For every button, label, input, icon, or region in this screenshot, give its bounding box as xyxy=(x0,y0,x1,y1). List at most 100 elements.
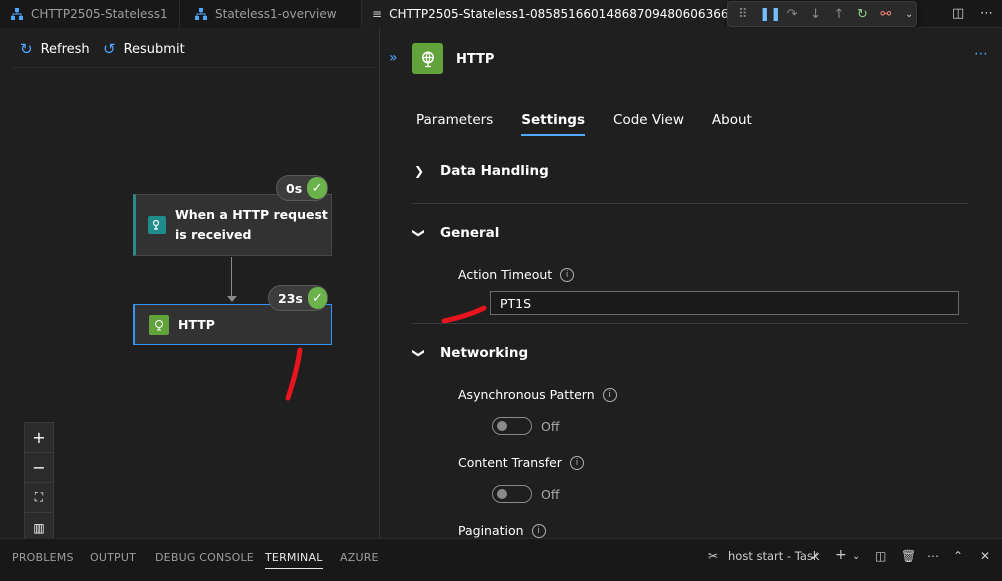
add-terminal-icon[interactable]: + xyxy=(835,547,847,563)
field-label: Pagination xyxy=(458,523,524,538)
tab-label: CHTTP2505-Stateless1-0858516601486870948… xyxy=(389,7,728,21)
info-icon[interactable]: i xyxy=(569,455,584,470)
trigger-title-line2: is received xyxy=(175,227,252,242)
zoom-controls: + − ⛶ ▥ xyxy=(24,422,54,544)
check-icon[interactable]: ✓ xyxy=(810,549,820,563)
split-editor-icon[interactable]: ◫ xyxy=(952,6,968,22)
more-actions-icon[interactable]: ⋯ xyxy=(927,549,939,563)
fit-view-icon[interactable]: ⛶ xyxy=(25,483,53,513)
toggle-track xyxy=(492,417,532,435)
field-label: Content Transfer xyxy=(458,455,562,470)
http-globe-icon xyxy=(149,314,169,335)
toggle-knob xyxy=(497,421,507,431)
refresh-icon: ↻ xyxy=(20,40,33,58)
drag-handle-icon[interactable]: ⠿ xyxy=(736,7,749,22)
annotation-stroke xyxy=(285,347,303,401)
step-over-icon[interactable]: ↷ xyxy=(785,7,798,22)
tab-overview[interactable]: Stateless1-overview xyxy=(180,0,362,28)
async-pattern-label: Asynchronous Pattern i xyxy=(458,387,617,402)
workflow-icon xyxy=(195,8,207,20)
tab-parameters[interactable]: Parameters xyxy=(416,112,493,136)
tab-run-details[interactable]: ≡ CHTTP2505-Stateless1-08585166014868709… xyxy=(362,0,728,28)
tab-label: CHTTP2505-Stateless1 xyxy=(31,7,168,21)
more-actions-icon[interactable]: ⋯ xyxy=(980,6,996,22)
trigger-title: When a HTTP request is received xyxy=(175,205,328,245)
section-general[interactable]: ❯ General xyxy=(410,225,499,241)
field-label: Asynchronous Pattern xyxy=(458,387,595,402)
tab-debug-console[interactable]: DEBUG CONSOLE xyxy=(155,551,254,564)
connector-line xyxy=(231,257,232,301)
section-networking[interactable]: ❯ Networking xyxy=(410,345,528,361)
info-icon[interactable]: i xyxy=(531,523,546,538)
zoom-in-icon[interactable]: + xyxy=(25,423,53,453)
action-duration: 23s xyxy=(278,290,303,306)
pagination-label: Pagination i xyxy=(458,523,546,538)
toggle-track xyxy=(492,485,532,503)
connector-arrow xyxy=(227,296,237,302)
tab-terminal[interactable]: TERMINAL xyxy=(265,551,323,569)
chevron-down-icon[interactable]: ⌄ xyxy=(852,551,860,562)
trash-icon[interactable]: 🗑 xyxy=(901,549,916,563)
trigger-title-line1: When a HTTP request xyxy=(175,207,328,222)
step-out-icon[interactable]: ↑ xyxy=(832,7,845,22)
divider xyxy=(412,203,968,204)
chevron-right-icon: ❯ xyxy=(413,164,425,178)
tab-problems[interactable]: PROBLEMS xyxy=(12,551,74,564)
designer-toolbar: ↻ Refresh ↺ Resubmit xyxy=(12,28,378,68)
tools-icon: ✂ xyxy=(708,549,719,563)
chevron-down-icon: ❯ xyxy=(412,227,426,239)
close-icon[interactable]: ✕ xyxy=(980,549,990,563)
refresh-button[interactable]: ↻ Refresh xyxy=(20,40,90,58)
zoom-out-icon[interactable]: − xyxy=(25,453,53,483)
tab-about[interactable]: About xyxy=(712,112,752,136)
section-label: Networking xyxy=(440,345,529,361)
tab-settings[interactable]: Settings xyxy=(521,112,586,136)
restart-icon[interactable]: ↻ xyxy=(856,7,869,22)
debug-toolbar: ⠿ ❚❚ ↷ ↓ ↑ ↻ ⚯ ⌄ xyxy=(727,1,917,27)
collapse-panel-icon[interactable]: » xyxy=(389,50,398,66)
disconnect-icon[interactable]: ⚯ xyxy=(879,7,892,22)
toggle-knob xyxy=(497,489,507,499)
field-label: Action Timeout xyxy=(458,267,553,282)
refresh-label: Refresh xyxy=(40,41,90,57)
content-transfer-toggle[interactable]: Off xyxy=(492,485,559,503)
resubmit-button[interactable]: ↺ Resubmit xyxy=(103,40,185,58)
section-label: General xyxy=(440,225,500,241)
trigger-card[interactable]: When a HTTP request is received xyxy=(133,194,332,256)
content-transfer-label: Content Transfer i xyxy=(458,455,584,470)
tab-workflow-designer[interactable]: CHTTP2505-Stateless1 xyxy=(0,0,180,28)
info-icon[interactable]: i xyxy=(602,387,617,402)
action-status-badge: 23s ✓ xyxy=(268,285,328,311)
menu-icon: ≡ xyxy=(372,7,383,21)
chevron-down-icon[interactable]: ⌄ xyxy=(903,9,916,20)
http-action-title: HTTP xyxy=(178,317,215,332)
section-label: Data Handling xyxy=(440,163,549,179)
step-into-icon[interactable]: ↓ xyxy=(809,7,822,22)
divider xyxy=(412,323,968,324)
section-data-handling[interactable]: ❯ Data Handling xyxy=(410,163,549,179)
more-options-icon[interactable]: ⋯ xyxy=(974,46,988,62)
app-window: CHTTP2505-Stateless1 Stateless1-overview… xyxy=(0,0,1002,581)
panel-title: HTTP xyxy=(456,52,495,67)
tab-output[interactable]: OUTPUT xyxy=(90,551,136,564)
workflow-icon xyxy=(11,8,23,20)
task-label[interactable]: host start - Task xyxy=(728,549,820,563)
panel-tabs: Parameters Settings Code View About xyxy=(416,112,752,136)
action-timeout-input[interactable] xyxy=(490,291,959,315)
maximize-panel-icon[interactable]: ⌃ xyxy=(953,549,963,563)
pause-icon[interactable]: ❚❚ xyxy=(759,7,781,22)
bottom-panel: PROBLEMS OUTPUT DEBUG CONSOLE TERMINAL A… xyxy=(0,538,1002,581)
tab-azure[interactable]: AZURE xyxy=(340,551,379,564)
http-globe-icon xyxy=(412,43,443,74)
editor-tab-bar: CHTTP2505-Stateless1 Stateless1-overview… xyxy=(0,0,1002,28)
designer-canvas: ↻ Refresh ↺ Resubmit When a HTTP request… xyxy=(12,28,378,544)
success-check-icon: ✓ xyxy=(307,177,327,199)
async-pattern-toggle[interactable]: Off xyxy=(492,417,559,435)
info-icon[interactable]: i xyxy=(560,267,575,282)
split-terminal-icon[interactable]: ◫ xyxy=(875,549,886,563)
toggle-state: Off xyxy=(541,418,560,434)
tab-code-view[interactable]: Code View xyxy=(613,112,684,136)
trigger-duration: 0s xyxy=(286,180,303,196)
details-panel: » HTTP ⋯ Parameters Settings Code View A… xyxy=(379,28,1002,538)
toggle-state: Off xyxy=(541,486,560,502)
